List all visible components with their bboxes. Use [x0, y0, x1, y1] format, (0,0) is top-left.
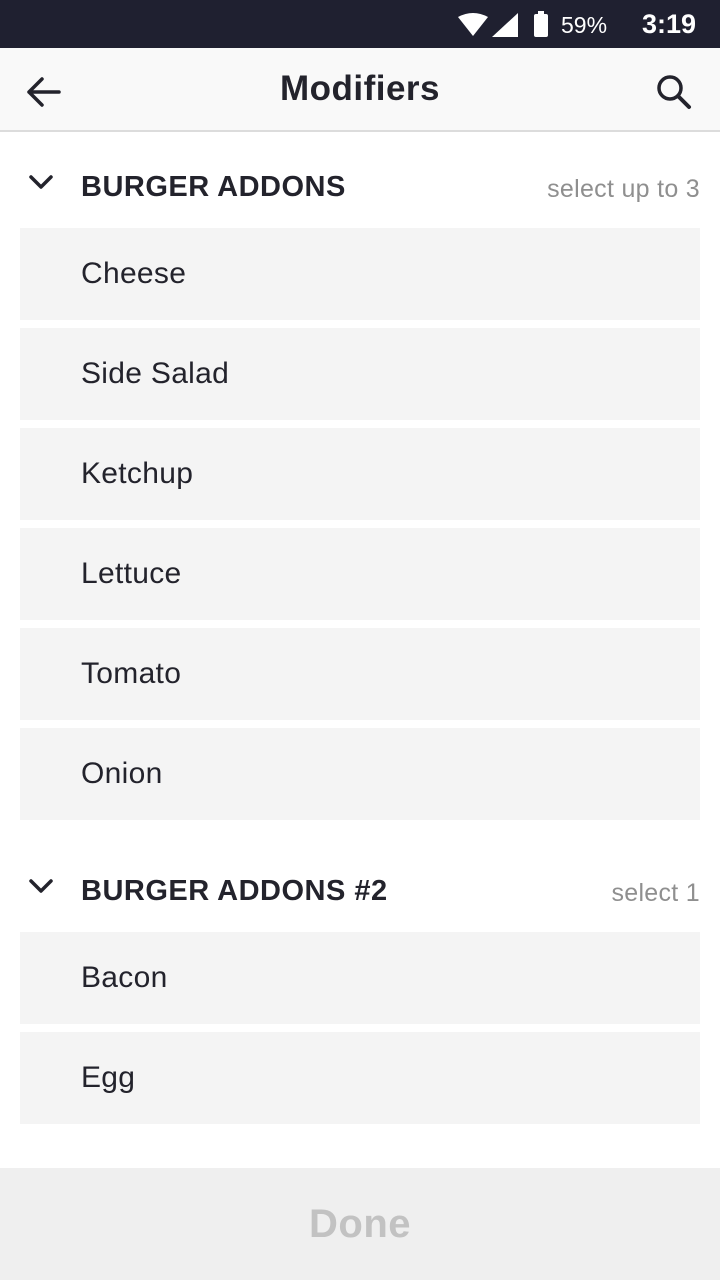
- section-selection-hint: select 1: [611, 879, 700, 907]
- modifier-item-label: Cheese: [81, 257, 187, 290]
- wifi-icon: [458, 13, 488, 36]
- modifier-item-bacon[interactable]: Bacon: [20, 932, 700, 1024]
- modifier-item-label: Egg: [81, 1061, 136, 1094]
- done-button[interactable]: Done: [0, 1168, 720, 1280]
- modifier-item-label: Onion: [81, 757, 163, 790]
- modifier-item-label: Ketchup: [81, 457, 194, 490]
- page-title: Modifiers: [279, 69, 441, 108]
- status-bar: 59% 3:19: [0, 0, 720, 48]
- done-button-label: Done: [309, 1201, 411, 1246]
- clock: 3:19: [641, 9, 696, 39]
- modifier-item-cheese[interactable]: Cheese: [20, 228, 700, 320]
- section-title: BURGER ADDONS #2: [81, 875, 388, 907]
- chevron-down-icon: [29, 175, 53, 189]
- app-bar: Modifiers: [0, 48, 720, 132]
- section-title: BURGER ADDONS: [81, 171, 346, 203]
- modifier-item-side-salad[interactable]: Side Salad: [20, 328, 700, 420]
- modifier-item-label: Lettuce: [81, 557, 182, 590]
- modifier-item-label: Bacon: [81, 961, 168, 994]
- cell-signal-icon: [492, 13, 518, 37]
- modifier-item-tomato[interactable]: Tomato: [20, 628, 700, 720]
- battery-percent: 59%: [561, 12, 608, 38]
- section-selection-hint: select up to 3: [547, 175, 700, 203]
- modifier-item-label: Tomato: [81, 657, 182, 690]
- section-header-burger-addons[interactable]: BURGER ADDONS select up to 3: [0, 132, 720, 228]
- modifier-item-egg[interactable]: Egg: [20, 1032, 700, 1124]
- search-icon: [657, 75, 691, 109]
- section-header-burger-addons-2[interactable]: BURGER ADDONS #2 select 1: [0, 836, 720, 932]
- modifier-item-label: Side Salad: [81, 357, 230, 390]
- modifier-item-onion[interactable]: Onion: [20, 728, 700, 820]
- search-button[interactable]: [646, 64, 702, 120]
- modifier-item-lettuce[interactable]: Lettuce: [20, 528, 700, 620]
- battery-icon: [534, 11, 548, 37]
- modifier-list: BURGER ADDONS select up to 3 Cheese Side…: [0, 132, 720, 1132]
- modifier-item-ketchup[interactable]: Ketchup: [20, 428, 700, 520]
- chevron-down-icon: [29, 879, 53, 893]
